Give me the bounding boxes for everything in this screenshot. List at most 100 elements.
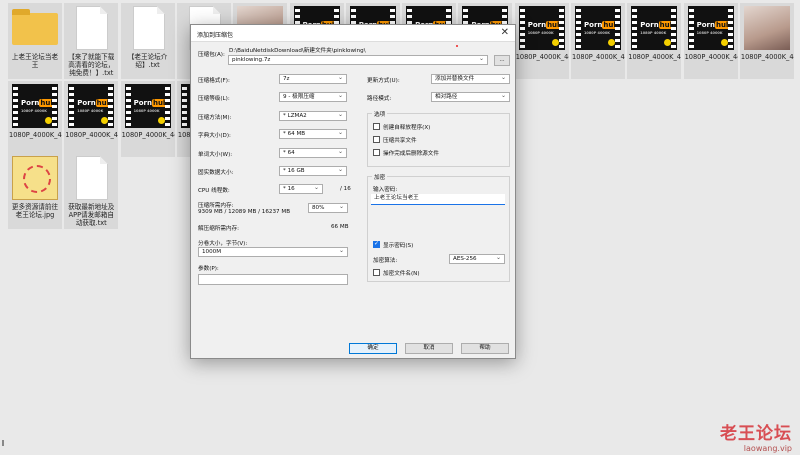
enc-method-label: 加密算法:: [373, 258, 398, 264]
word-select[interactable]: * 64: [279, 148, 347, 158]
show-password-checkbox[interactable]: [373, 240, 380, 248]
cpu-select[interactable]: * 16: [279, 184, 323, 194]
cancel-button[interactable]: 取消: [405, 343, 453, 354]
enc-method-select[interactable]: AES-256: [449, 254, 505, 264]
split-select[interactable]: 1000M: [198, 247, 348, 257]
path-label: 路径模式:: [367, 96, 392, 102]
shared-label: 压缩共享文件: [383, 138, 417, 144]
logo-badge: hub: [602, 21, 620, 29]
file-name: 获取最新地址及APP请发邮箱自动获取.txt: [68, 203, 115, 227]
archive-label: 压缩包(A):: [198, 52, 225, 58]
video-thumbnail-icon: Pornhub 1080P 4000K: [124, 84, 171, 128]
encrypt-names-label: 加密文件名(N): [383, 271, 420, 277]
file-name: 【来了就能下载高清看的论坛，纯免费！】.txt: [68, 53, 115, 77]
file-name: 1080P_4000K_444661331.mp4: [65, 131, 118, 139]
logo-text: Porn: [696, 21, 715, 29]
logo-text: Porn: [77, 99, 96, 107]
shared-checkbox[interactable]: [373, 136, 380, 143]
video-logo: Pornhub 1080P 4000K: [77, 98, 113, 113]
desktop-file-tile[interactable]: Pornhub 1080P 4000K 1080P_4000K_443704621.…: [627, 3, 682, 79]
file-name: 更多资源请前往老王论坛.jpg: [11, 203, 59, 219]
solid-label: 固实数据大小:: [198, 170, 234, 176]
format-label: 压缩格式(F):: [198, 78, 230, 84]
video-thumbnail-icon: Pornhub 1080P 4000K: [687, 6, 734, 50]
logo-badge: hub: [151, 99, 169, 107]
browse-button[interactable]: ...: [494, 55, 510, 66]
level-label: 压缩等级(L):: [198, 96, 230, 102]
sfx-checkbox[interactable]: [373, 123, 380, 130]
split-label: 分卷大小，字节(V):: [198, 241, 248, 247]
desktop-file-tile[interactable]: 上老王论坛当老王: [8, 3, 62, 79]
file-name: 1080P_4000K_444348051.mp4: [9, 131, 62, 139]
dict-select[interactable]: * 64 MB: [279, 129, 347, 139]
format-select[interactable]: 7z: [279, 74, 347, 84]
desktop-file-tile[interactable]: 更多资源请前往老王论坛.jpg: [8, 153, 62, 229]
solid-select[interactable]: * 16 GB: [279, 166, 347, 176]
cursor-dot: [456, 45, 458, 47]
desktop-file-tile[interactable]: 【来了就能下载高清看的论坛，纯免费！】.txt: [64, 3, 119, 79]
video-thumbnail-icon: Pornhub 1080P 4000K: [68, 84, 115, 128]
watermark: 老王论坛 laowang.vip: [720, 424, 792, 453]
mem-percent-select[interactable]: 80%: [308, 203, 348, 213]
video-logo: Pornhub 1080P 4000K: [528, 20, 564, 35]
video-thumbnail-icon: Pornhub 1080P 4000K: [575, 6, 621, 50]
logo-subtext: 1080P 4000K: [584, 31, 610, 35]
logo-subtext: 1080P 4000K: [21, 109, 47, 113]
logo-subtext: 1080P 4000K: [640, 31, 667, 35]
desktop-file-tile[interactable]: Pornhub 1080P 4000K 1080P_4000K_444661331.…: [64, 81, 119, 157]
desktop-file-tile[interactable]: Pornhub 1080P 4000K 1080P_4000K_444348051.…: [8, 81, 62, 157]
file-name: 上老王论坛当老王: [11, 53, 59, 69]
logo-subtext: 1080P 4000K: [696, 31, 723, 35]
dialog-titlebar[interactable]: 添加到压缩包 ✕: [191, 25, 515, 42]
close-icon[interactable]: ✕: [501, 27, 509, 38]
file-name: 1080P_4000K_443702461.mp4: [572, 53, 625, 61]
play-badge-icon: [664, 39, 672, 46]
ok-button[interactable]: 确定: [349, 343, 397, 354]
decomp-value: 66 MB: [331, 224, 349, 230]
logo-badge: hub: [95, 99, 113, 107]
help-button[interactable]: 帮助: [461, 343, 509, 354]
mem-detail: 9309 MB / 12089 MB / 16237 MB: [198, 209, 291, 215]
add-to-archive-dialog: 添加到压缩包 ✕ 压缩包(A): D:\BaiduNetdiskDownload…: [190, 24, 516, 359]
logo-subtext: 1080P 4000K: [77, 109, 104, 113]
params-input[interactable]: [198, 274, 348, 285]
word-label: 单词大小(W):: [198, 152, 233, 158]
text-file-icon: [76, 6, 109, 50]
method-select[interactable]: * LZMA2: [279, 111, 347, 121]
play-badge-icon: [608, 39, 615, 46]
encryption-title: 加密: [372, 173, 388, 181]
archive-name-input[interactable]: pinklowing.7z: [228, 55, 488, 65]
logo-text: Porn: [640, 21, 659, 29]
logo-subtext: 1080P 4000K: [133, 109, 160, 113]
delete-source-checkbox[interactable]: [373, 149, 380, 156]
decomp-label: 解压缩所需内存:: [198, 226, 240, 232]
play-badge-icon: [551, 39, 559, 46]
logo-badge: hub: [658, 21, 676, 29]
desktop-file-tile[interactable]: 【老王论坛介绍】.txt: [120, 3, 175, 79]
video-logo: Pornhub 1080P 4000K: [640, 20, 676, 35]
desktop-file-tile[interactable]: Pornhub 1080P 4000K 1080P_4000K_444165861.…: [683, 3, 738, 79]
cpu-label: CPU 线程数:: [198, 188, 230, 194]
file-name: 【老王论坛介绍】.txt: [127, 53, 168, 69]
desktop-file-tile[interactable]: 1080P_4000K_444165861.mp4: [739, 3, 794, 79]
dialog-title: 添加到压缩包: [197, 32, 234, 39]
path-select[interactable]: 相对路径: [431, 92, 510, 102]
logo-text: Porn: [21, 99, 40, 107]
desktop-file-tile[interactable]: Pornhub 1080P 4000K 1080P_4000K_446209221.…: [120, 81, 175, 157]
file-name: 1080P_4000K_444165861.mp4: [684, 53, 738, 61]
method-label: 压缩方法(M):: [198, 115, 232, 121]
logo-text: Porn: [133, 99, 152, 107]
mem-label: 压缩所需内存:: [198, 203, 234, 209]
level-select[interactable]: 9 - 极限压缩: [279, 92, 347, 102]
password-input[interactable]: 上老王论坛当老王: [371, 194, 505, 205]
desktop-file-tile[interactable]: 获取最新地址及APP请发邮箱自动获取.txt: [64, 153, 119, 229]
scroll-indicator[interactable]: [2, 440, 4, 446]
play-badge-icon: [720, 39, 728, 46]
file-name: 1080P_4000K_443704621.mp4: [628, 53, 681, 61]
encrypt-names-checkbox[interactable]: [373, 269, 380, 276]
desktop-file-tile[interactable]: Pornhub 1080P 4000K 1080P_4000K_441425211.…: [514, 3, 569, 79]
update-select[interactable]: 添加并替换文件: [431, 74, 510, 84]
desktop-file-tile[interactable]: Pornhub 1080P 4000K 1080P_4000K_443702461.…: [571, 3, 625, 79]
params-label: 参数(P):: [198, 266, 219, 272]
text-file-icon: [132, 6, 165, 50]
